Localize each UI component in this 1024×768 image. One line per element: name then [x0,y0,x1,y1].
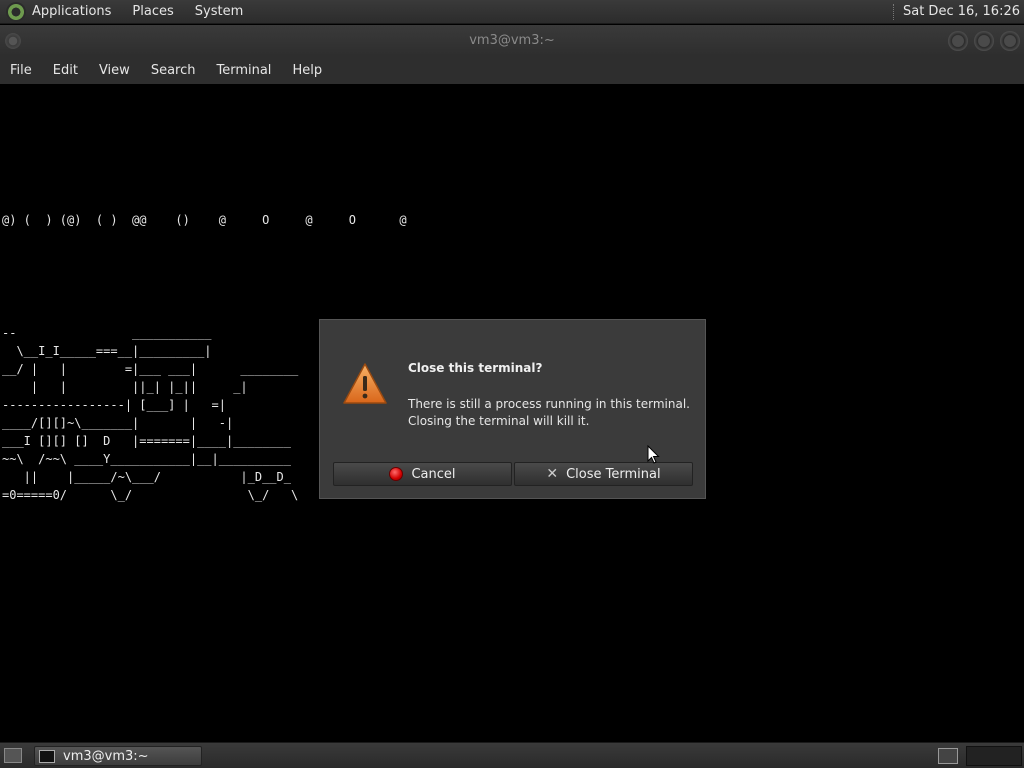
clock[interactable]: Sat Dec 16, 16:26 [903,4,1020,19]
show-desktop-icon[interactable] [4,748,22,763]
maximize-icon[interactable] [974,31,994,51]
minimize-icon[interactable] [948,31,968,51]
cancel-button-label: Cancel [411,466,456,482]
train-line: -- ___________ [2,326,212,340]
terminal-menubar: File Edit View Search Terminal Help [0,56,1024,84]
close-terminal-dialog: Close this terminal? There is still a pr… [319,319,706,499]
train-line: || |_____/~\___/ |_D__D_ [2,470,291,484]
places-menu[interactable]: Places [132,4,173,19]
close-icon: ✕ [546,466,559,482]
train-line: =0=====0/ \_/ \_/ \ [2,488,299,502]
mouse-cursor-icon [647,445,660,464]
train-line: ____/[][]~\_______| | -| [2,416,234,430]
panel-separator [892,3,895,20]
smoke-line: @) ( ) (@) ( ) @@ () @ O @ O @ [2,213,407,227]
taskbar-button-terminal[interactable]: vm3@vm3:~ [34,746,202,766]
train-line: ___I [][] [] D |=======|____|________ [2,434,291,448]
close-terminal-button-label: Close Terminal [566,466,661,482]
workspace-switcher[interactable] [966,746,1022,766]
stop-icon [389,467,404,481]
window-title: vm3@vm3:~ [469,33,555,48]
warning-icon [343,363,387,404]
workspace-icon[interactable] [938,748,958,764]
train-line: \__I_I_____===__|_________| [2,344,212,358]
dialog-heading: Close this terminal? [408,361,543,375]
menu-search[interactable]: Search [151,63,196,78]
train-line: | | ||_| |_|| _| [2,380,248,394]
top-panel: Applications Places System Sat Dec 16, 1… [0,0,1024,24]
menu-file[interactable]: File [10,63,32,78]
dialog-body-line: There is still a process running in this… [408,397,690,411]
close-terminal-button[interactable]: ✕ Close Terminal [514,462,693,486]
applications-menu[interactable]: Applications [32,4,111,19]
window-titlebar[interactable]: vm3@vm3:~ [0,25,1024,56]
menu-help[interactable]: Help [292,63,322,78]
menu-view[interactable]: View [99,63,130,78]
train-line: __/ | | =|___ ___| ________ [2,362,299,376]
distro-logo-icon[interactable] [6,1,26,22]
dialog-body: There is still a process running in this… [408,396,690,430]
taskbar-button-label: vm3@vm3:~ [63,748,149,764]
bottom-panel: vm3@vm3:~ [0,742,1024,768]
terminal-icon [39,749,55,763]
train-line: -----------------| [___] | =| [2,398,226,412]
cancel-button[interactable]: Cancel [333,462,512,486]
menu-edit[interactable]: Edit [53,63,78,78]
close-window-icon[interactable] [1000,31,1020,51]
menu-terminal[interactable]: Terminal [216,63,271,78]
dialog-body-line: Closing the terminal will kill it. [408,414,590,428]
train-line: ~~\ /~~\ ____Y___________|__|__________ [2,452,291,466]
system-menu[interactable]: System [195,4,243,19]
